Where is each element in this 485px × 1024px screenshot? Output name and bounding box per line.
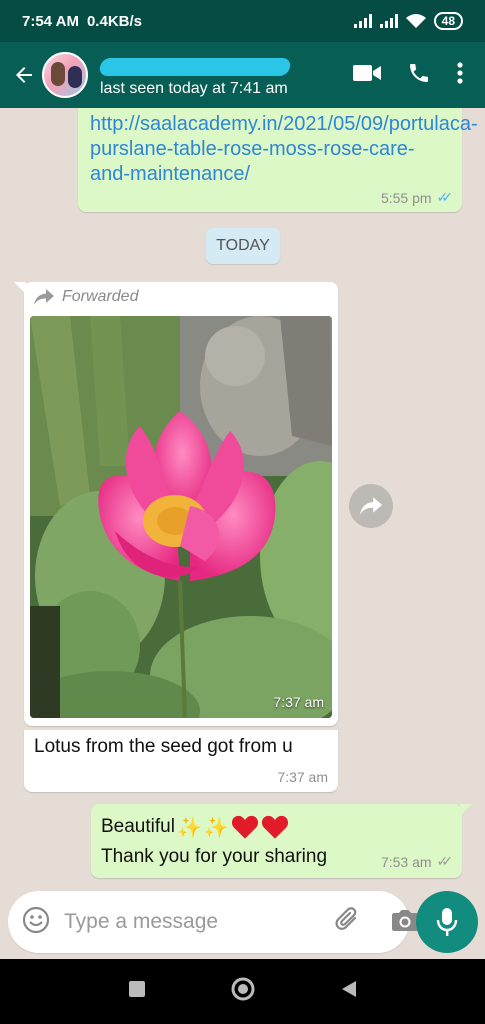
reply-line-2: Thank you for your sharing <box>101 846 328 867</box>
phone-icon[interactable] <box>407 61 431 90</box>
contact-name-redacted <box>98 48 292 76</box>
sparkles-icon: ✨ <box>176 816 202 839</box>
sparkles-icon: ✨ <box>203 816 229 839</box>
mic-icon <box>436 908 458 936</box>
message-time: 7:53 am <box>380 853 432 870</box>
message-input[interactable] <box>64 910 335 934</box>
message-link[interactable]: http://saalacademy.in/2021/05/09/portula… <box>90 112 478 187</box>
message-time: 5:55 pm <box>380 189 432 206</box>
lotus-flower-image <box>30 316 332 718</box>
outgoing-link-message[interactable]: http://saalacademy.in/2021/05/09/portula… <box>78 108 478 212</box>
read-ticks-icon: ✓✓ <box>436 189 454 205</box>
chat-area[interactable]: http://saalacademy.in/2021/05/09/portula… <box>0 108 485 888</box>
system-nav-bar <box>0 959 485 1024</box>
status-bar: 7:54 AM 0.4KB/s 48 <box>0 0 485 42</box>
back-icon[interactable] <box>340 979 358 1004</box>
message-time: 7:37 am <box>277 769 328 785</box>
message-composer <box>8 891 418 953</box>
signal-icon <box>353 14 372 28</box>
video-call-icon[interactable] <box>353 63 381 88</box>
forward-icon <box>360 497 382 515</box>
lotus-photo[interactable]: 7:37 am <box>30 316 332 718</box>
bubble-tail <box>460 804 472 816</box>
delivered-ticks-icon: ✓✓ <box>436 853 454 869</box>
message-meta: 7:53 am ✓✓ <box>380 853 454 870</box>
attach-icon[interactable] <box>335 906 361 939</box>
reply-word: Beautiful <box>101 816 175 837</box>
caption-text: Lotus from the seed got from u <box>34 736 293 757</box>
chat-header: last seen today at 7:41 am <box>0 42 485 108</box>
mic-button[interactable] <box>416 891 478 953</box>
contact-info[interactable]: last seen today at 7:41 am <box>98 42 320 108</box>
recents-icon[interactable] <box>128 980 146 1003</box>
message-meta: 5:55 pm ✓✓ <box>380 189 454 206</box>
last-seen-status: last seen today at 7:41 am <box>100 80 288 97</box>
outgoing-reply-message[interactable]: Beautiful ✨ ✨ Thank you for your sharing… <box>91 804 472 878</box>
header-actions <box>353 61 463 90</box>
network-speed: 0.4KB/s <box>86 12 142 30</box>
date-chip: TODAY <box>206 228 280 264</box>
heart-icon <box>261 815 288 839</box>
reply-line-1: Beautiful ✨ ✨ <box>101 814 289 840</box>
forward-button[interactable] <box>349 484 393 528</box>
incoming-photo-message[interactable]: Forwarded 7:37 am <box>14 282 338 726</box>
home-icon[interactable] <box>230 976 256 1007</box>
more-options-icon[interactable] <box>457 61 463 90</box>
photo-caption-message[interactable]: Lotus from the seed got from u 7:37 am <box>24 730 338 792</box>
status-icons: 48 <box>353 12 463 30</box>
heart-icon <box>231 815 258 839</box>
photo-time: 7:37 am <box>273 694 324 710</box>
message-meta: 7:37 am <box>277 769 328 785</box>
battery-indicator: 48 <box>433 12 463 30</box>
forwarded-text: Forwarded <box>62 288 139 305</box>
bubble-tail <box>14 282 26 294</box>
contact-avatar[interactable] <box>42 52 88 98</box>
wifi-icon <box>405 13 426 28</box>
forwarded-label: Forwarded <box>34 288 138 306</box>
signal-icon-2 <box>379 14 398 28</box>
camera-icon[interactable] <box>391 908 419 937</box>
back-arrow-icon[interactable] <box>6 42 42 108</box>
forward-icon <box>34 289 54 305</box>
emoji-icon[interactable] <box>22 906 50 939</box>
status-time: 7:54 AM <box>22 12 79 30</box>
